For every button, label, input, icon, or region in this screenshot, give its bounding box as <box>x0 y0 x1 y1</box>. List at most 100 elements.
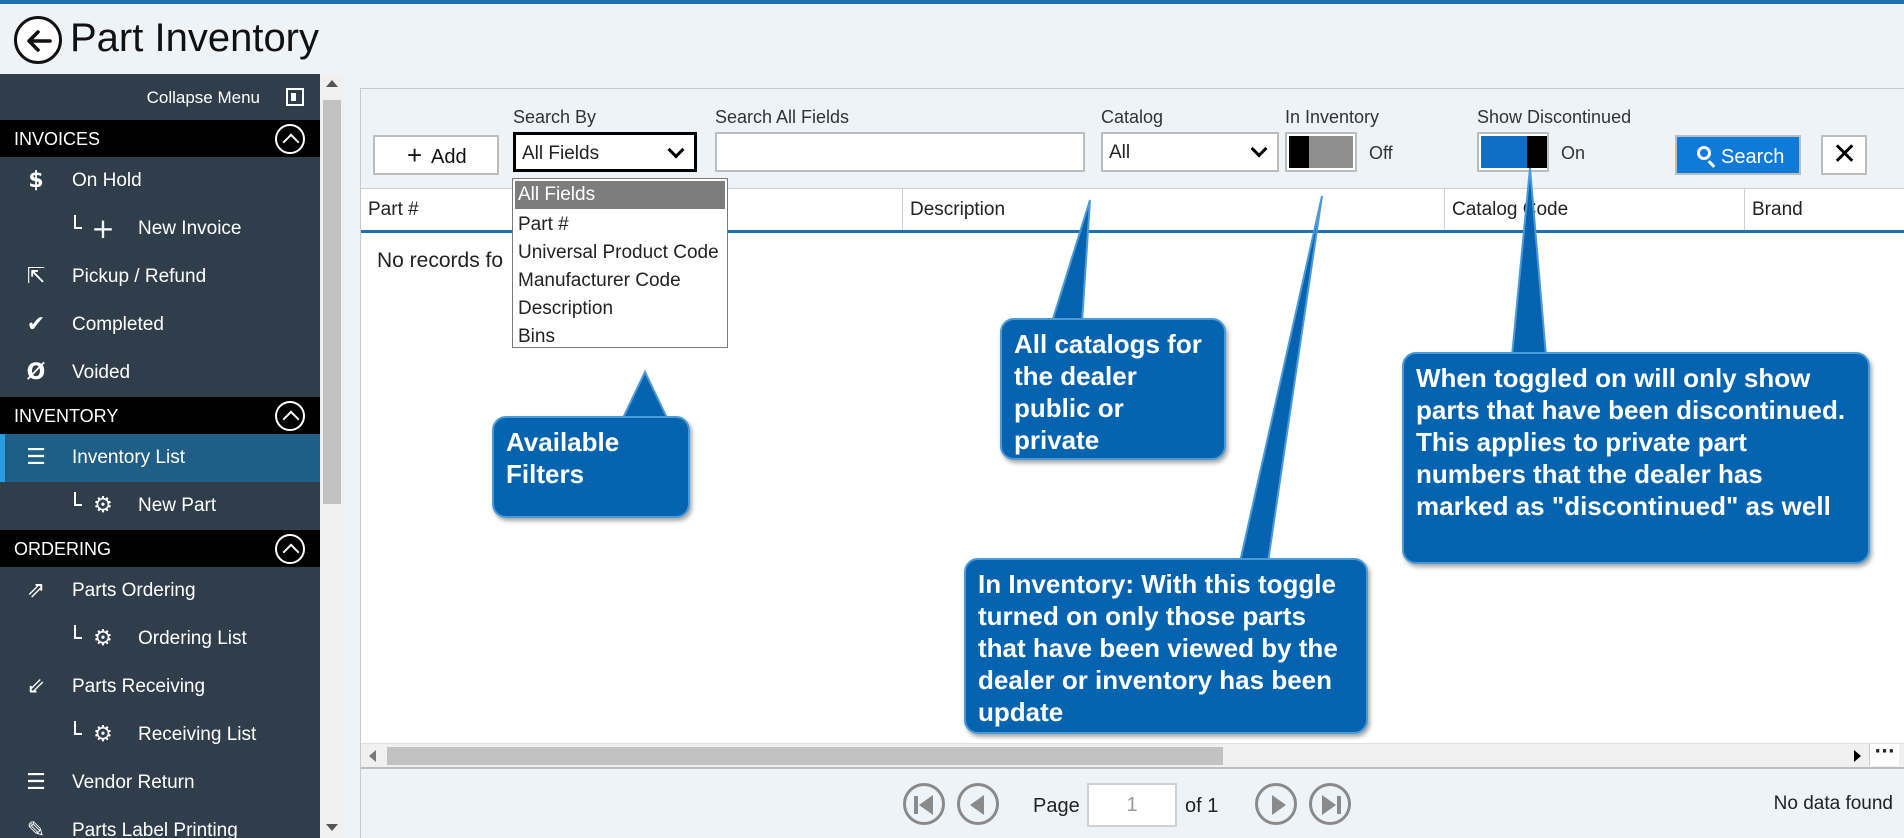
section-label: INVENTORY <box>14 406 119 426</box>
grid-horizontal-scrollbar[interactable]: ··· <box>361 743 1904 767</box>
pager: Page 1 of 1 No data found <box>361 767 1904 838</box>
sidebar-item-pickup-refund[interactable]: ⇱ Pickup / Refund <box>0 253 320 301</box>
add-button-label: Add <box>431 146 467 168</box>
sidebar-item-label: On Hold <box>72 170 142 191</box>
sidebar-item-label: New Invoice <box>138 218 242 239</box>
sidebar-scrollbar[interactable] <box>320 74 344 838</box>
sidebar-item-parts-ordering[interactable]: ⇗ Parts Ordering <box>0 567 320 615</box>
sidebar-item-completed[interactable]: ✔ Completed <box>0 301 320 349</box>
column-catalog-code[interactable]: Catalog Code <box>1445 189 1745 230</box>
scroll-left-icon[interactable] <box>369 750 376 762</box>
show-discontinued-toggle[interactable] <box>1477 132 1549 172</box>
check-icon: ✔ <box>26 312 46 337</box>
more-options-icon[interactable]: ··· <box>1869 743 1899 766</box>
show-discontinued-state: On <box>1561 143 1586 163</box>
sidebar-item-label: Completed <box>72 314 164 335</box>
section-invoices[interactable]: INVOICES <box>0 120 320 157</box>
catalog-select[interactable]: All <box>1101 132 1279 172</box>
sub-item-marker <box>74 215 82 229</box>
scroll-up-icon[interactable] <box>326 80 338 87</box>
scroll-right-icon[interactable] <box>1854 750 1861 762</box>
sidebar-item-label: New Part <box>138 495 217 516</box>
chevron-up-icon[interactable] <box>275 124 305 154</box>
collapse-menu-button[interactable]: Collapse Menu <box>0 74 320 120</box>
search-by-value: All Fields <box>522 143 600 164</box>
search-by-dropdown[interactable]: All Fields Part # Universal Product Code… <box>512 178 728 348</box>
sidebar-item-inventory-list[interactable]: ☰ Inventory List <box>0 434 320 482</box>
sidebar-item-new-part[interactable]: ⚙ New Part <box>0 482 320 530</box>
sub-item-marker <box>74 625 82 639</box>
scrollbar-thumb[interactable] <box>323 100 341 504</box>
catalog-value: All <box>1109 142 1131 163</box>
section-label: ORDERING <box>14 539 112 559</box>
sidebar-item-parts-label-printing[interactable]: ✎ Parts Label Printing <box>0 807 320 838</box>
sidebar-item-label: Parts Label Printing <box>72 820 238 838</box>
chevron-down-icon <box>1250 140 1268 158</box>
search-icon <box>1697 146 1711 160</box>
sidebar-item-new-invoice[interactable]: + New Invoice <box>0 205 320 253</box>
sub-item-marker <box>74 492 82 506</box>
section-inventory[interactable]: INVENTORY <box>0 397 320 434</box>
column-label: Part # <box>368 199 419 220</box>
scrollbar-thumb[interactable] <box>387 747 1223 765</box>
dropdown-option-all-fields[interactable]: All Fields <box>515 181 725 209</box>
list-icon: ☰ <box>26 445 46 470</box>
column-description[interactable]: Description <box>903 189 1445 230</box>
first-page-button[interactable] <box>903 783 945 825</box>
prev-page-button[interactable] <box>957 783 999 825</box>
chevron-up-icon[interactable] <box>275 534 305 564</box>
next-page-button[interactable] <box>1255 783 1297 825</box>
show-discontinued-label: Show Discontinued <box>1477 107 1632 127</box>
gears-icon: ⚙ <box>93 626 113 651</box>
pager-status: No data found <box>1773 793 1893 814</box>
sidebar: Collapse Menu INVOICES $ On Hold + New I… <box>0 74 320 838</box>
sidebar-item-parts-receiving[interactable]: ⇙ Parts Receiving <box>0 663 320 711</box>
prev-page-icon <box>970 795 984 815</box>
dropdown-option-upc[interactable]: Universal Product Code <box>513 239 727 267</box>
sidebar-item-on-hold[interactable]: $ On Hold <box>0 157 320 205</box>
column-brand[interactable]: Brand <box>1745 189 1904 230</box>
callout-in-inventory: In Inventory: With this toggle turned on… <box>964 558 1368 734</box>
dropdown-option-part-number[interactable]: Part # <box>513 211 727 239</box>
search-all-fields-input[interactable] <box>715 132 1085 172</box>
search-button-label: Search <box>1721 146 1785 168</box>
in-inventory-state: Off <box>1369 143 1393 163</box>
scroll-down-icon[interactable] <box>326 824 338 831</box>
dollar-icon: $ <box>28 168 44 193</box>
in-inventory-toggle[interactable] <box>1285 132 1357 172</box>
page-number-input[interactable]: 1 <box>1087 783 1177 827</box>
sidebar-item-vendor-return[interactable]: ☰ Vendor Return <box>0 759 320 807</box>
callout-available-filters: Available Filters <box>492 416 690 518</box>
toggle-knob <box>1527 136 1547 168</box>
plus-icon: + <box>407 140 423 170</box>
clear-button[interactable]: ✕ <box>1821 135 1867 175</box>
search-by-label: Search By <box>513 107 597 127</box>
sidebar-item-receiving-list[interactable]: ⚙ Receiving List <box>0 711 320 759</box>
collapse-menu-icon <box>286 88 304 106</box>
close-icon: ✕ <box>1832 137 1858 172</box>
empty-records-message: No records fo <box>377 249 504 272</box>
dropdown-option-bins[interactable]: Bins <box>513 323 727 351</box>
page-label: Page <box>1033 795 1080 817</box>
plus-icon: + <box>91 212 115 245</box>
sidebar-item-label: Parts Ordering <box>72 580 196 601</box>
gears-icon: ⚙ <box>93 493 113 518</box>
back-button[interactable] <box>14 16 62 64</box>
receive-icon: ⇙ <box>26 674 46 699</box>
callout-show-discontinued: When toggled on will only show parts tha… <box>1402 352 1870 564</box>
toggle-knob <box>1289 136 1309 168</box>
search-button[interactable]: Search <box>1675 135 1801 175</box>
dropdown-option-description[interactable]: Description <box>513 295 727 323</box>
page-title: Part Inventory <box>70 16 320 60</box>
last-page-button[interactable] <box>1309 783 1351 825</box>
sidebar-item-voided[interactable]: Ø Voided <box>0 349 320 397</box>
column-label: Description <box>910 199 1006 220</box>
page-count-label: of 1 <box>1185 795 1219 817</box>
sidebar-item-ordering-list[interactable]: ⚙ Ordering List <box>0 615 320 663</box>
add-button[interactable]: + Add <box>373 135 499 175</box>
chevron-up-icon[interactable] <box>275 401 305 431</box>
search-by-select[interactable]: All Fields <box>513 132 697 172</box>
dropdown-option-manufacturer-code[interactable]: Manufacturer Code <box>513 267 727 295</box>
section-label: INVOICES <box>14 129 101 149</box>
section-ordering[interactable]: ORDERING <box>0 530 320 567</box>
